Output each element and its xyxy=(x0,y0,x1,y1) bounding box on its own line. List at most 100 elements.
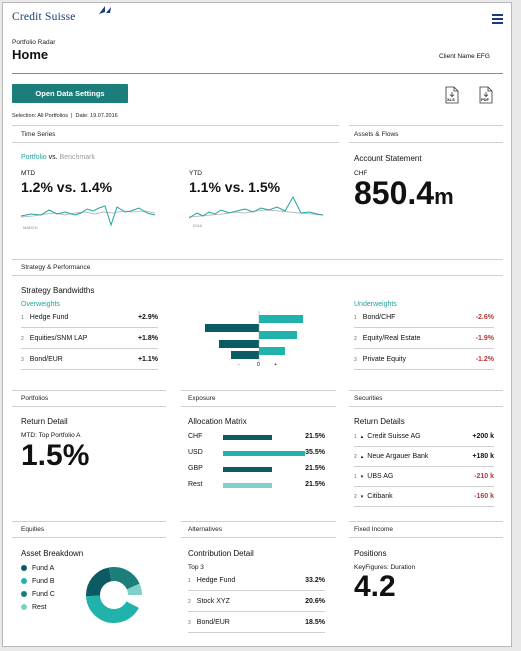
equities-donut-chart[interactable] xyxy=(82,563,146,627)
row-name: Bond/CHF xyxy=(362,314,396,321)
row-value: +2.9% xyxy=(137,314,158,321)
portfolio-return-value: 1.5% xyxy=(21,439,90,472)
contribution-row[interactable]: 3 Bond/EUR xyxy=(188,619,230,626)
legend-item[interactable]: Fund C xyxy=(21,591,55,598)
row-divider xyxy=(354,466,494,467)
fixed-income-rule xyxy=(349,521,503,522)
security-row[interactable]: 1 ▴ Credit Suisse AG xyxy=(354,433,421,440)
mtd-sparkline xyxy=(21,205,156,227)
brand-logo[interactable]: Credit Suisse xyxy=(12,6,111,23)
strategy-axis-minus: - xyxy=(238,362,240,368)
brand-name: Credit Suisse xyxy=(12,11,76,23)
contribution-value: 18.5% xyxy=(305,619,325,626)
row-value: -1.9% xyxy=(475,335,494,342)
menu-icon[interactable] xyxy=(492,14,503,24)
security-row[interactable]: 2 ▴ Neue Argauer Bank xyxy=(354,453,428,460)
xls-export-icon[interactable]: XLS xyxy=(445,86,459,104)
row-value: -1.2% xyxy=(475,356,494,363)
underweights-label: Underweights xyxy=(354,301,397,308)
legend-label: Fund A xyxy=(32,565,55,572)
security-row[interactable]: 2 ▾ Citibank xyxy=(354,493,393,500)
strategy-title: Strategy & Performance xyxy=(21,264,91,271)
row-index: 1 xyxy=(354,315,357,321)
portfolios-rule xyxy=(12,390,166,391)
row-index: 2 xyxy=(354,336,357,342)
contribution-row[interactable]: 2 Stock XYZ xyxy=(188,598,230,605)
xls-label: XLS xyxy=(447,97,455,102)
mtd-value: 1.2% vs. 1.4% xyxy=(21,179,113,195)
exposure-underline xyxy=(181,406,336,407)
alternatives-sub: Top 3 xyxy=(188,564,204,571)
allocation-bar xyxy=(223,483,272,488)
row-name: Equity/Real Estate xyxy=(362,335,421,342)
row-index: 3 xyxy=(188,620,191,626)
assets-flows-title: Assets & Flows xyxy=(354,131,399,138)
legend-label: Fund B xyxy=(32,578,55,585)
security-value: +180 k xyxy=(472,453,494,460)
row-value: +1.1% xyxy=(137,356,158,363)
pdf-label: PDF xyxy=(481,97,489,102)
overweights-label: Overweights xyxy=(21,301,60,308)
row-index: 2 xyxy=(354,454,357,460)
row-divider xyxy=(354,446,494,447)
security-name: UBS AG xyxy=(367,473,394,480)
allocation-label: Rest xyxy=(188,481,203,488)
ytd-sparkline xyxy=(189,195,324,219)
row-value: -2.6% xyxy=(475,314,494,321)
ytd-label: YTD xyxy=(189,170,202,177)
account-statement-heading: Account Statement xyxy=(354,154,422,163)
securities-rule xyxy=(349,390,503,391)
row-name: Equities/SNM LAP xyxy=(29,335,88,342)
allocation-value: 21.5% xyxy=(305,481,325,488)
row-index: 3 xyxy=(354,357,357,363)
trend-arrow-icon: ▴ xyxy=(360,434,364,440)
row-divider xyxy=(188,590,325,591)
positions-heading: Positions xyxy=(354,549,387,558)
security-row[interactable]: 1 ▾ UBS AG xyxy=(354,473,393,480)
bar-under-1 xyxy=(205,324,259,332)
bar-over-1 xyxy=(259,315,303,323)
page-title: Home xyxy=(12,47,49,62)
time-series-rule xyxy=(12,125,339,126)
security-name: Neue Argauer Bank xyxy=(367,453,429,460)
row-divider xyxy=(354,506,494,507)
contribution-value: 33.2% xyxy=(305,577,325,584)
legend-item[interactable]: Fund A xyxy=(21,565,54,572)
security-name: Credit Suisse AG xyxy=(367,433,421,440)
legend-dot-icon xyxy=(21,578,27,585)
row-divider xyxy=(354,348,494,349)
legend-dot-icon xyxy=(21,565,27,572)
contribution-value: 20.6% xyxy=(305,598,325,605)
row-index: 1 xyxy=(354,474,357,480)
allocation-heading: Allocation Matrix xyxy=(188,417,247,426)
legend-dot-icon xyxy=(21,604,27,611)
pdf-export-icon[interactable]: PDF xyxy=(479,86,493,104)
row-name: Bond/EUR xyxy=(29,356,63,363)
exposure-rule xyxy=(181,390,336,391)
row-name: Hedge Fund xyxy=(29,314,69,321)
strategy-underline xyxy=(12,275,503,276)
contribution-name: Bond/EUR xyxy=(196,619,230,626)
client-name[interactable]: Client Name EFG xyxy=(439,53,490,60)
sails-icon xyxy=(99,6,111,14)
row-index: 2 xyxy=(21,336,24,342)
fixed-income-title: Fixed Income xyxy=(354,526,394,533)
row-divider xyxy=(21,327,158,328)
legend-item[interactable]: Rest xyxy=(21,604,46,611)
equities-rule xyxy=(12,521,166,522)
portfolio-vs-benchmark: Portfolio vs. Benchmark xyxy=(21,154,95,161)
allocation-bar xyxy=(223,467,272,472)
account-amount: 850.4 xyxy=(354,175,435,211)
ytd-axis-label: 2016 xyxy=(193,223,202,228)
security-value: -160 k xyxy=(474,493,494,500)
vs-label: vs. xyxy=(48,154,58,161)
legend-item[interactable]: Fund B xyxy=(21,578,55,585)
return-details-heading: Return Details xyxy=(354,417,405,426)
open-data-settings-button[interactable]: Open Data Settings xyxy=(12,84,128,103)
legend-label: Fund C xyxy=(32,591,55,598)
contribution-row[interactable]: 1 Hedge Fund xyxy=(188,577,235,584)
bar-under-2 xyxy=(219,340,259,348)
page-subtitle: Portfolio Radar xyxy=(12,39,56,46)
portfolios-underline xyxy=(12,406,166,407)
portfolio-label: Portfolio xyxy=(21,154,47,161)
